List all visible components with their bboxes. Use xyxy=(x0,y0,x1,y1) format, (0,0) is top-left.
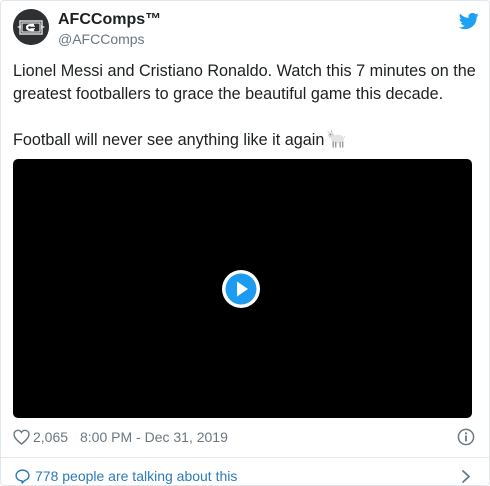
tweet-text-line-2: Football will never see anything like it… xyxy=(13,131,325,149)
divider xyxy=(1,457,489,458)
tweet-text: Lionel Messi and Cristiano Ronaldo. Watc… xyxy=(13,60,479,152)
chevron-right-icon[interactable] xyxy=(461,470,471,483)
talking-about-text[interactable]: 778 people are talking about this xyxy=(35,465,237,485)
heart-icon[interactable] xyxy=(13,429,30,445)
like-button[interactable]: 2,065 xyxy=(13,426,68,448)
play-icon[interactable] xyxy=(221,269,261,309)
speech-bubble-icon xyxy=(15,469,30,484)
tweet-text-paragraph-2: Football will never see anything like it… xyxy=(13,129,479,152)
conversation-link[interactable]: 778 people are talking about this xyxy=(13,465,479,485)
goat-emoji-icon xyxy=(326,130,346,148)
display-name[interactable]: AFCComps™ xyxy=(58,10,161,30)
like-count[interactable]: 2,065 xyxy=(33,426,68,448)
tweet-header: AFCComps™ @AFCComps xyxy=(13,9,479,49)
avatar[interactable] xyxy=(13,9,49,45)
tweet-text-paragraph-1: Lionel Messi and Cristiano Ronaldo. Watc… xyxy=(13,62,476,103)
info-icon[interactable] xyxy=(457,428,475,446)
twitter-bird-icon[interactable] xyxy=(459,11,479,31)
timestamp[interactable]: 8:00 PM - Dec 31, 2019 xyxy=(80,426,228,448)
tweet-meta: 2,065 8:00 PM - Dec 31, 2019 xyxy=(13,426,479,448)
user-handle[interactable]: @AFCComps xyxy=(58,30,161,48)
tweet-card: AFCComps™ @AFCComps Lionel Messi and Cri… xyxy=(0,0,490,486)
video-player[interactable] xyxy=(13,159,472,418)
author-info[interactable]: AFCComps™ @AFCComps xyxy=(58,10,161,48)
